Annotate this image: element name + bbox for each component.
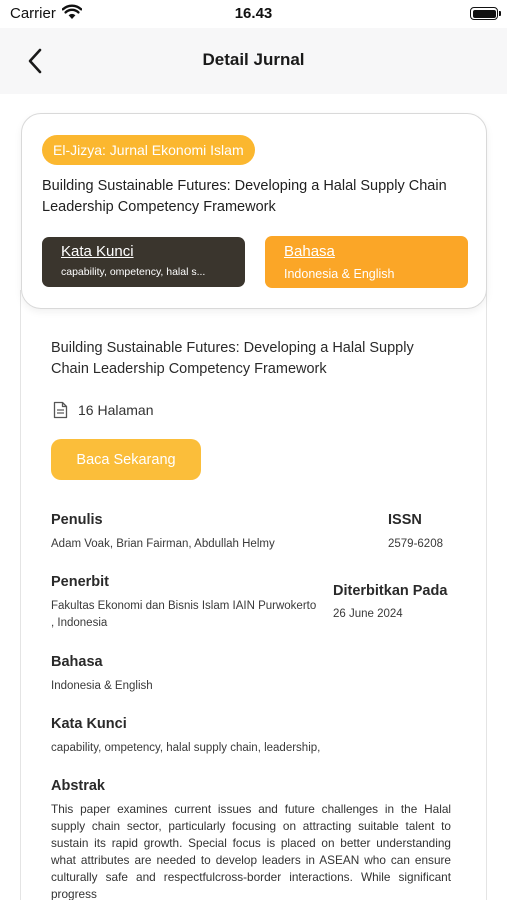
- abstract-text: This paper examines current issues and f…: [51, 802, 451, 900]
- publisher-label: Penerbit: [51, 574, 110, 590]
- language-box[interactable]: Bahasa Indonesia & English: [265, 236, 468, 288]
- language-label: Bahasa: [51, 654, 103, 670]
- read-now-button[interactable]: Baca Sekarang: [51, 439, 201, 480]
- publisher-value: Fakultas Ekonomi dan Bisnis Islam IAIN P…: [51, 600, 317, 629]
- author-label: Penulis: [51, 512, 103, 528]
- language-box-value: Indonesia & English: [284, 267, 395, 281]
- keywords-value: capability, ompetency, halal supply chai…: [51, 742, 321, 754]
- abstract-label: Abstrak: [51, 778, 105, 794]
- battery-cap: [499, 11, 501, 16]
- published-date-value: 26 June 2024: [333, 608, 403, 620]
- battery-icon: [470, 7, 498, 20]
- clock-time: 16.43: [234, 5, 273, 22]
- status-bar: Carrier 16.43: [0, 0, 507, 28]
- keywords-box-value: capability, ompetency, halal s...: [61, 266, 206, 278]
- navigation-bar: Detail Jurnal: [0, 28, 507, 94]
- keywords-box-label: Kata Kunci: [61, 243, 134, 260]
- keywords-box[interactable]: Kata Kunci capability, ompetency, halal …: [42, 237, 245, 287]
- journal-name-badge: El-Jizya: Jurnal Ekonomi Islam: [42, 135, 255, 165]
- issn-label: ISSN: [388, 512, 422, 528]
- page-count-row: 16 Halaman: [53, 400, 154, 420]
- page-count: 16 Halaman: [78, 402, 154, 418]
- journal-summary-card: El-Jizya: Jurnal Ekonomi Islam Building …: [21, 113, 487, 309]
- card-article-title: Building Sustainable Futures: Developing…: [42, 178, 447, 215]
- language-box-label: Bahasa: [284, 243, 335, 260]
- document-icon: [53, 401, 68, 419]
- language-value: Indonesia & English: [51, 680, 153, 692]
- article-title: Building Sustainable Futures: Developing…: [51, 340, 414, 377]
- published-date-label: Diterbitkan Pada: [333, 583, 448, 599]
- author-value: Adam Voak, Brian Fairman, Abdullah Helmy: [51, 538, 275, 550]
- issn-value: 2579-6208: [388, 538, 443, 550]
- keywords-label: Kata Kunci: [51, 716, 127, 732]
- page-title: Detail Jurnal: [202, 50, 305, 69]
